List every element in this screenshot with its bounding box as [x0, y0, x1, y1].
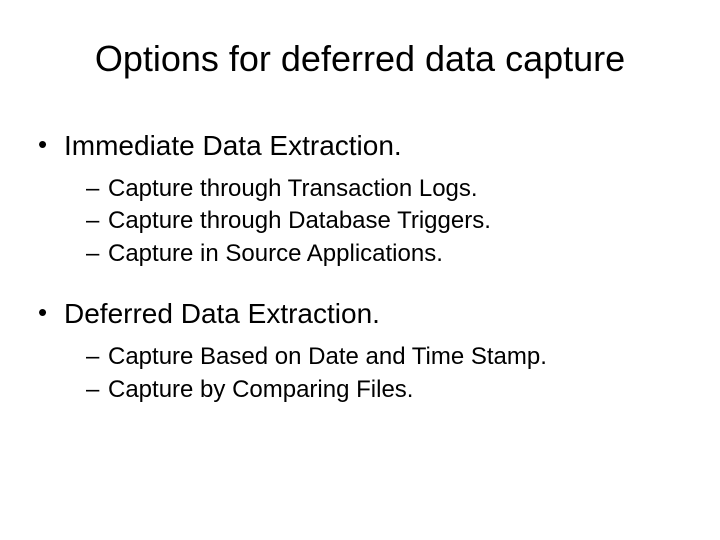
bullet-level1: Immediate Data Extraction. — [36, 128, 684, 163]
slide-title: Options for deferred data capture — [36, 38, 684, 80]
bullet-level2: Capture Based on Date and Time Stamp. — [36, 341, 684, 373]
sub-bullet-group: Capture Based on Date and Time Stamp. Ca… — [36, 341, 684, 406]
bullet-level2: Capture by Comparing Files. — [36, 374, 684, 406]
bullet-level2: Capture in Source Applications. — [36, 238, 684, 270]
slide: Options for deferred data capture Immedi… — [0, 0, 720, 540]
bullet-level2: Capture through Transaction Logs. — [36, 173, 684, 205]
bullet-level2: Capture through Database Triggers. — [36, 205, 684, 237]
bullet-level1: Deferred Data Extraction. — [36, 296, 684, 331]
sub-bullet-group: Capture through Transaction Logs. Captur… — [36, 173, 684, 270]
